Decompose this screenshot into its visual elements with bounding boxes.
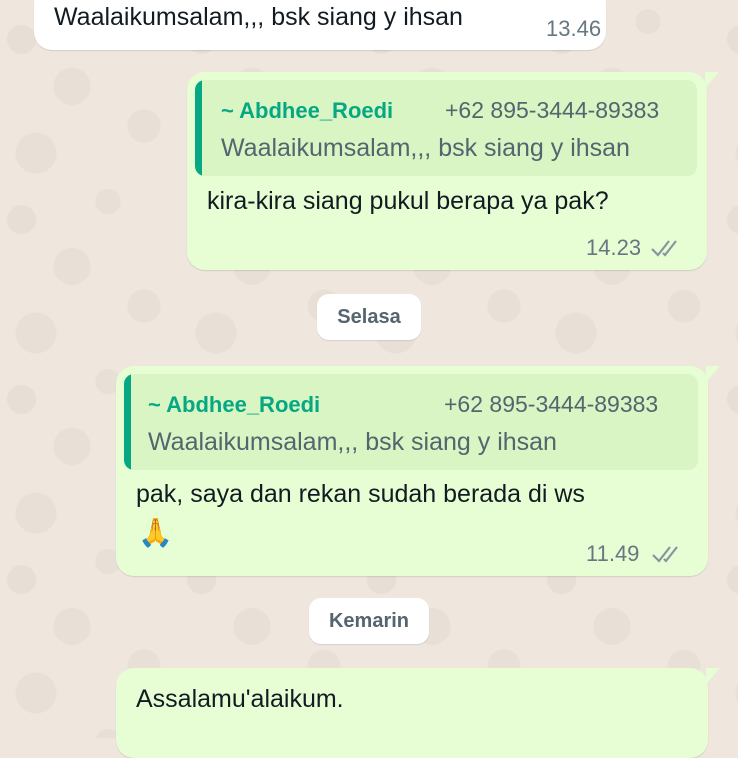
- message-text: pak, saya dan rekan sudah berada di ws: [136, 480, 585, 508]
- outgoing-message-bubble[interactable]: ~ Abdhee_Roedi +62 895-3444-89383 Waalai…: [116, 366, 720, 576]
- quoted-text: Waalaikumsalam,,, bsk siang y ihsan: [221, 134, 630, 162]
- outgoing-message-bubble[interactable]: Assalamu'alaikum.: [116, 668, 720, 758]
- message-time: 11.49: [586, 541, 640, 566]
- quoted-message[interactable]: ~ Abdhee_Roedi +62 895-3444-89383 Waalai…: [124, 374, 698, 470]
- bubble-tail: [706, 366, 720, 382]
- quote-accent-bar: [195, 80, 202, 176]
- bubble-tail: [706, 668, 720, 684]
- double-check-icon: [651, 240, 677, 257]
- quoted-sender-name: ~ Abdhee_Roedi: [148, 392, 321, 417]
- message-text: kira-kira siang pukul berapa ya pak?: [207, 187, 609, 215]
- quoted-text: Waalaikumsalam,,, bsk siang y ihsan: [148, 428, 557, 456]
- double-check-icon: [652, 546, 678, 563]
- message-text: Assalamu'alaikum.: [136, 685, 344, 713]
- date-separator: Kemarin: [309, 598, 429, 644]
- quoted-sender-phone: +62 895-3444-89383: [444, 391, 659, 417]
- message-time: 13.46: [546, 16, 602, 41]
- quote-accent-bar: [124, 374, 131, 470]
- bubble-tail: [705, 72, 719, 88]
- date-separator: Selasa: [317, 294, 421, 340]
- outgoing-message-bubble[interactable]: ~ Abdhee_Roedi +62 895-3444-89383 Waalai…: [187, 72, 719, 270]
- incoming-message-bubble[interactable]: Waalaikumsalam,,, bsk siang y ihsan 13.4…: [34, 0, 606, 50]
- quoted-message[interactable]: ~ Abdhee_Roedi +62 895-3444-89383 Waalai…: [195, 80, 697, 176]
- message-text: Waalaikumsalam,,, bsk siang y ihsan: [54, 3, 463, 31]
- quoted-sender-name: ~ Abdhee_Roedi: [221, 98, 394, 123]
- praying-hands-emoji: 🙏: [138, 517, 173, 548]
- message-time: 14.23: [586, 235, 642, 260]
- quoted-sender-phone: +62 895-3444-89383: [445, 97, 660, 123]
